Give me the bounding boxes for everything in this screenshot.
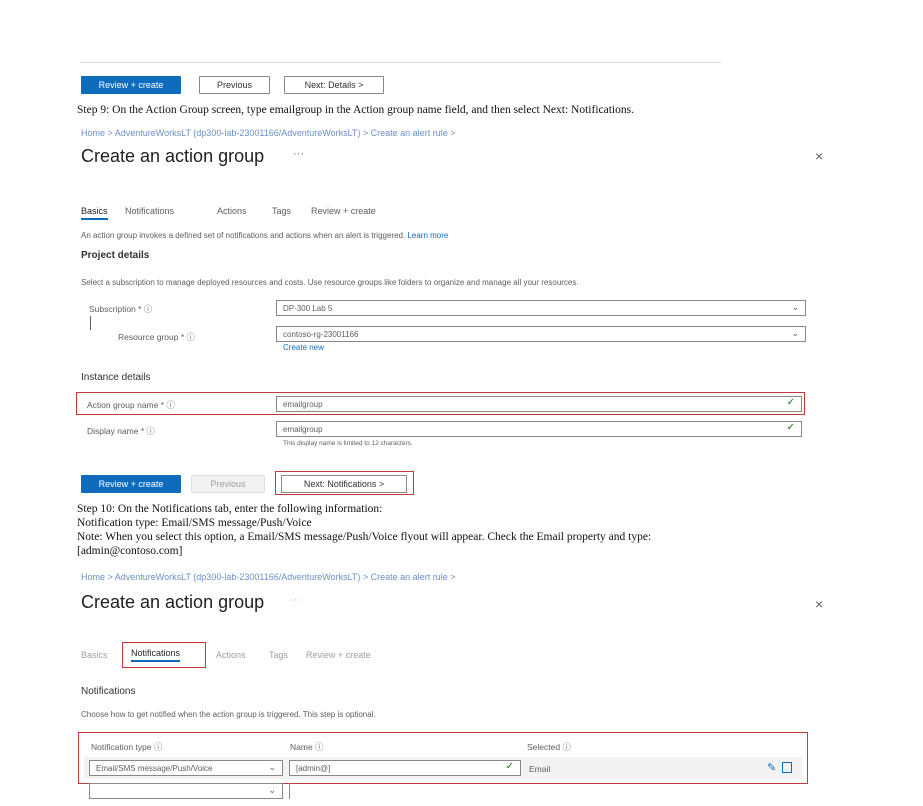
- display-name-value: emailgroup: [283, 424, 323, 434]
- step10-line1: Step 10: On the Notifications tab, enter…: [77, 503, 383, 515]
- chevron-down-icon: ⌄: [791, 302, 799, 312]
- subscription-label: Subscription * ⓘ: [89, 304, 153, 314]
- tab-basics-2[interactable]: Basics: [81, 650, 108, 660]
- notification-type-dropdown-empty[interactable]: ⌄: [89, 783, 283, 799]
- tab-review-create-2[interactable]: Review + create: [306, 650, 371, 660]
- checkmark-icon: ✓: [786, 397, 795, 408]
- page-title-2: Create an action group: [81, 592, 265, 612]
- tab-actions-2[interactable]: Actions: [216, 650, 246, 660]
- resource-group-value: contoso-rg-23001166: [283, 329, 359, 339]
- step10-line2: Notification type: Email/SMS message/Pus…: [77, 517, 312, 529]
- name-input-empty-edge: [289, 783, 290, 799]
- notifications-heading: Notifications: [81, 686, 136, 697]
- project-details-description: Select a subscription to manage deployed…: [81, 278, 579, 287]
- step10-line4: [admin@contoso.com]: [77, 545, 183, 557]
- resource-group-label: Resource group * ⓘ: [118, 332, 196, 342]
- tab-notifications[interactable]: Notifications: [125, 206, 174, 216]
- action-group-name-label: Action group name * ⓘ: [87, 400, 175, 410]
- display-name-label: Display name * ⓘ: [87, 426, 156, 436]
- edit-icon[interactable]: ✎: [767, 761, 776, 774]
- instance-details-heading: Instance details: [81, 372, 151, 383]
- close-icon-2[interactable]: ×: [815, 596, 823, 612]
- project-details-heading: Project details: [81, 250, 150, 261]
- page-title: Create an action group: [81, 146, 265, 166]
- subscription-dropdown[interactable]: DP-300 Lab 5 ⌄: [276, 300, 806, 316]
- resource-group-dropdown[interactable]: contoso-rg-23001166 ⌄: [276, 326, 806, 342]
- notification-type-value: Email/SMS message/Push/Voice: [96, 763, 213, 773]
- learn-more-link[interactable]: Learn more: [407, 231, 448, 240]
- more-options-icon[interactable]: ···: [293, 148, 304, 160]
- step9-instruction: Step 9: On the Action Group screen, type…: [77, 104, 634, 116]
- chevron-down-icon: ⌄: [268, 762, 276, 772]
- tab-notifications-2[interactable]: Notifications: [131, 648, 181, 662]
- previous-button-top[interactable]: Previous: [199, 76, 270, 94]
- intro-text: An action group invokes a defined set of…: [81, 231, 448, 240]
- tab-tags-2[interactable]: Tags: [269, 650, 288, 660]
- breadcrumb-2[interactable]: Home > AdventureWorksLT (dp300-lab-23001…: [81, 572, 455, 582]
- step10-line3: Note: When you select this option, a Ema…: [77, 531, 652, 543]
- tab-tags[interactable]: Tags: [272, 206, 291, 216]
- col-selected: Selected ⓘ: [527, 742, 571, 752]
- tab-actions[interactable]: Actions: [217, 206, 247, 216]
- chevron-down-icon: ⌄: [791, 328, 799, 338]
- notification-name-value: [admin@]: [296, 763, 331, 773]
- review-create-button[interactable]: Review + create: [81, 475, 181, 493]
- subscription-value: DP-300 Lab 5: [283, 303, 333, 313]
- close-icon[interactable]: ×: [815, 148, 823, 164]
- more-options-icon-2[interactable]: ···: [290, 594, 301, 606]
- tree-line: [90, 316, 91, 330]
- review-create-button-top[interactable]: Review + create: [81, 76, 181, 94]
- col-notification-type: Notification type ⓘ: [91, 742, 163, 752]
- display-name-hint: This display name is limited to 12 chara…: [283, 440, 413, 447]
- intro-text-body: An action group invokes a defined set of…: [81, 231, 406, 240]
- selected-value: Email: [529, 764, 551, 774]
- next-details-button-top[interactable]: Next: Details >: [284, 76, 384, 94]
- tab-basics[interactable]: Basics: [81, 206, 108, 220]
- display-name-input[interactable]: emailgroup ✓: [276, 421, 802, 437]
- checkmark-icon: ✓: [505, 761, 514, 772]
- action-group-name-input[interactable]: emailgroup ✓: [276, 396, 802, 412]
- col-name: Name ⓘ: [290, 742, 324, 752]
- notification-name-input[interactable]: [admin@] ✓: [289, 760, 521, 776]
- breadcrumb[interactable]: Home > AdventureWorksLT (dp300-lab-23001…: [81, 128, 455, 138]
- previous-button[interactable]: Previous: [191, 475, 265, 493]
- notification-type-dropdown[interactable]: Email/SMS message/Push/Voice ⌄: [89, 760, 283, 776]
- next-notifications-button[interactable]: Next: Notifications >: [281, 475, 407, 493]
- step10-instructions: Step 10: On the Notifications tab, enter…: [77, 502, 651, 558]
- action-group-name-value: emailgroup: [283, 399, 323, 409]
- delete-icon[interactable]: [782, 762, 792, 773]
- notifications-description: Choose how to get notified when the acti…: [81, 710, 376, 719]
- checkmark-icon: ✓: [786, 422, 795, 433]
- top-divider: [81, 62, 721, 63]
- tab-review-create[interactable]: Review + create: [311, 206, 376, 216]
- create-new-link[interactable]: Create new: [283, 343, 324, 352]
- chevron-down-icon: ⌄: [268, 785, 276, 795]
